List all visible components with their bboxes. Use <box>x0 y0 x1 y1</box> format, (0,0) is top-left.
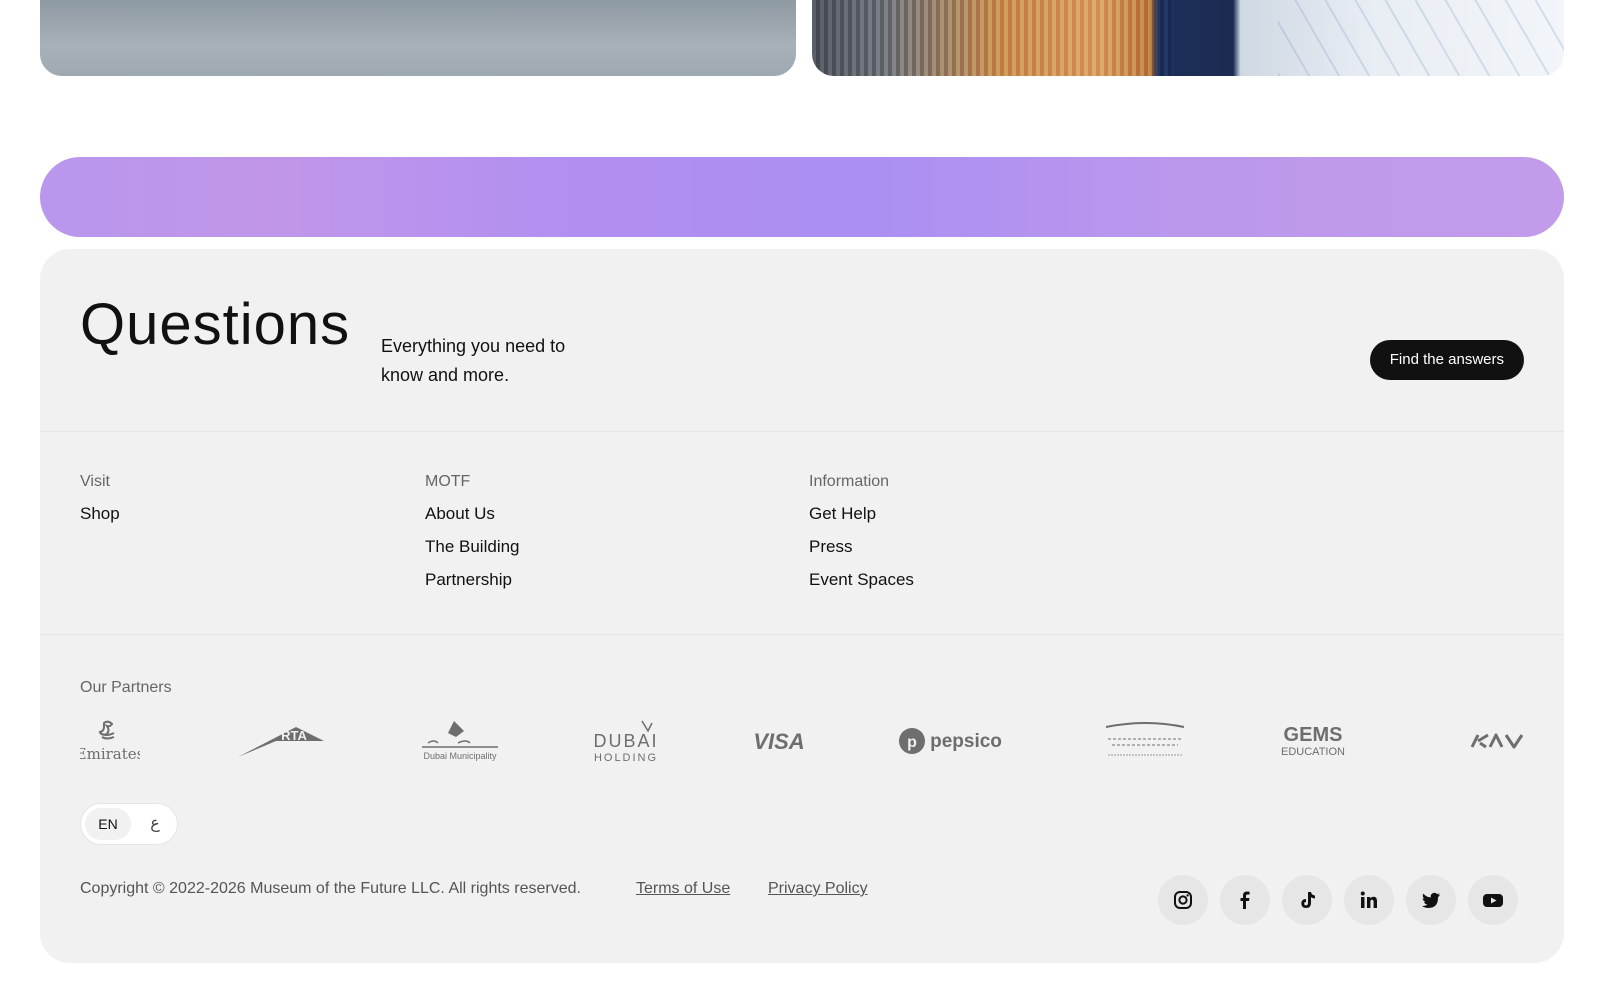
find-answers-button[interactable]: Find the answers <box>1369 340 1524 380</box>
divider <box>40 431 1564 432</box>
emirates-wordmark: Emirates <box>80 745 140 763</box>
pepsico-emblem: p <box>907 734 917 751</box>
language-option-en[interactable]: EN <box>85 808 131 840</box>
divider <box>40 634 1564 635</box>
nav-link-partnership[interactable]: Partnership <box>425 570 520 590</box>
language-switcher: EN ع <box>80 803 178 845</box>
nav-heading-motf: MOTF <box>425 473 471 490</box>
dubai-municipality-logo[interactable]: Dubai Municipality <box>418 713 502 769</box>
questions-title: Questions <box>80 292 351 357</box>
questions-section: Questions Everything you need to know an… <box>80 289 1524 385</box>
visa-wordmark: VISA <box>753 729 804 754</box>
gems-logo[interactable]: GEMS EDUCATION <box>1280 713 1346 769</box>
rta-logo[interactable]: RTA <box>236 713 326 769</box>
emirates-logo[interactable]: Emirates <box>80 713 140 769</box>
rta-wordmark: RTA <box>281 728 307 743</box>
facebook-icon[interactable] <box>1220 875 1270 925</box>
nav-link-about-us[interactable]: About Us <box>425 504 520 524</box>
footer: Questions Everything you need to know an… <box>40 249 1564 963</box>
visa-logo[interactable]: VISA <box>752 713 806 769</box>
terms-of-use-link[interactable]: Terms of Use <box>636 877 730 901</box>
dubai-holding-logo[interactable]: DUBAI HOLDING <box>594 713 658 769</box>
dubai-municipality-wordmark: Dubai Municipality <box>423 751 497 761</box>
social-links <box>1158 875 1518 925</box>
nav-column-information: Information Get Help Press Event Spaces <box>809 472 914 603</box>
gems-subword: EDUCATION <box>1281 746 1345 758</box>
kia-logo[interactable] <box>1470 713 1524 769</box>
twitter-icon[interactable] <box>1406 875 1456 925</box>
nav-link-the-building[interactable]: The Building <box>425 537 520 557</box>
partners-heading: Our Partners <box>80 679 172 696</box>
nav-link-event-spaces[interactable]: Event Spaces <box>809 570 914 590</box>
questions-description: Everything you need to know and more. <box>381 336 566 385</box>
gradient-banner <box>40 157 1564 237</box>
youtube-icon[interactable] <box>1468 875 1518 925</box>
partners-logo-row: Emirates RTA Dubai Municipality DUBAI HO… <box>80 713 1524 769</box>
mbrsc-logo[interactable] <box>1102 713 1188 769</box>
image-card-right[interactable] <box>812 0 1564 76</box>
nav-column-visit: Visit Shop <box>80 472 120 537</box>
privacy-policy-link[interactable]: Privacy Policy <box>768 877 868 901</box>
dubai-holding-wordmark: DUBAI <box>594 731 658 751</box>
copyright-text: Copyright © 2022-2026 Museum of the Futu… <box>80 880 581 897</box>
gems-wordmark: GEMS <box>1284 724 1343 746</box>
dubai-holding-subword: HOLDING <box>594 752 658 763</box>
language-option-ar[interactable]: ع <box>137 808 173 840</box>
nav-link-shop[interactable]: Shop <box>80 504 120 524</box>
nav-heading-information: Information <box>809 473 890 490</box>
tiktok-icon[interactable] <box>1282 875 1332 925</box>
nav-column-motf: MOTF About Us The Building Partnership <box>425 472 520 603</box>
nav-link-press[interactable]: Press <box>809 537 914 557</box>
linkedin-icon[interactable] <box>1344 875 1394 925</box>
pepsico-wordmark: pepsico <box>930 731 1002 752</box>
nav-heading-visit: Visit <box>80 473 110 490</box>
image-card-left[interactable] <box>40 0 796 76</box>
top-image-row <box>40 0 1564 76</box>
pepsico-logo[interactable]: p pepsico <box>898 713 1006 769</box>
instagram-icon[interactable] <box>1158 875 1208 925</box>
nav-link-get-help[interactable]: Get Help <box>809 504 914 524</box>
